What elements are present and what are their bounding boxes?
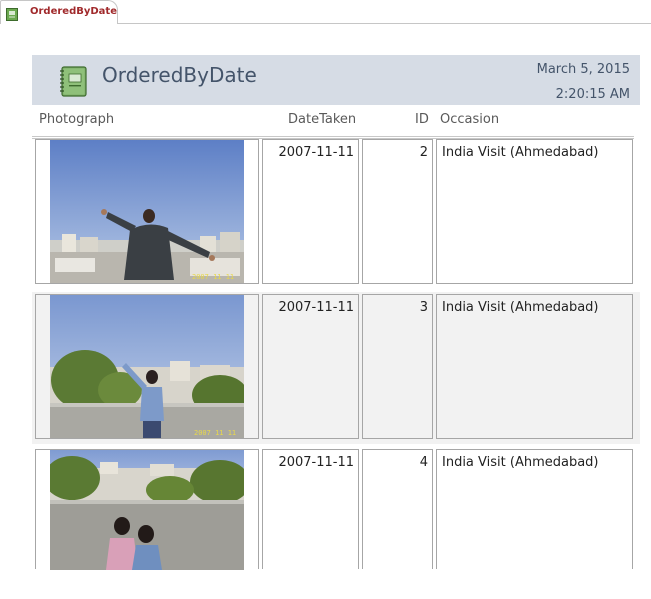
photograph-cell: 2007 11 11 [35, 294, 259, 439]
tab-label: OrderedByDate [30, 6, 117, 17]
occasion-cell: India Visit (Ahmedabad) [436, 449, 633, 569]
report-time: 2:20:15 AM [555, 87, 630, 102]
date-taken-cell: 2007-11-11 [262, 139, 359, 284]
occasion-cell: India Visit (Ahmedabad) [436, 139, 633, 284]
column-header-photograph: Photograph [39, 112, 115, 127]
date-taken-cell: 2007-11-11 [262, 449, 359, 569]
report-icon [6, 6, 18, 21]
report-row: 2007 11 11 2007-11-11 3 India Visit (Ahm… [32, 292, 640, 444]
report-title: OrderedByDate [102, 63, 257, 87]
photo-date-stamp: 2007 11 11 [192, 273, 234, 281]
photo-children-on-roof [50, 450, 244, 570]
document-tab-strip: OrderedByDate [0, 0, 651, 24]
report-date: March 5, 2015 [536, 62, 630, 77]
photograph-cell: 2007 11 11 [35, 139, 259, 284]
report-header: OrderedByDate March 5, 2015 2:20:15 AM [32, 55, 640, 105]
column-headers: Photograph DateTaken ID Occasion [32, 106, 634, 139]
photo-girl-flying-kite: 2007 11 11 [50, 295, 244, 438]
column-header-id: ID [415, 112, 429, 127]
occasion-cell: India Visit (Ahmedabad) [436, 294, 633, 439]
photo-man-flying-kite: 2007 11 11 [50, 140, 244, 283]
tab-ordered-by-date[interactable]: OrderedByDate [0, 0, 118, 24]
id-cell: 3 [362, 294, 433, 439]
id-cell: 2 [362, 139, 433, 284]
id-cell: 4 [362, 449, 433, 569]
column-header-occasion: Occasion [440, 112, 500, 127]
photograph-cell [35, 449, 259, 570]
report-row: 2007 11 11 2007-11-11 2 India Visit (Ahm… [32, 137, 640, 289]
photo-date-stamp: 2007 11 11 [194, 429, 236, 437]
column-header-date-taken: DateTaken [288, 112, 357, 127]
notebook-icon [59, 66, 87, 97]
date-taken-cell: 2007-11-11 [262, 294, 359, 439]
report-row: 2007-11-11 4 India Visit (Ahmedabad) [32, 447, 640, 599]
